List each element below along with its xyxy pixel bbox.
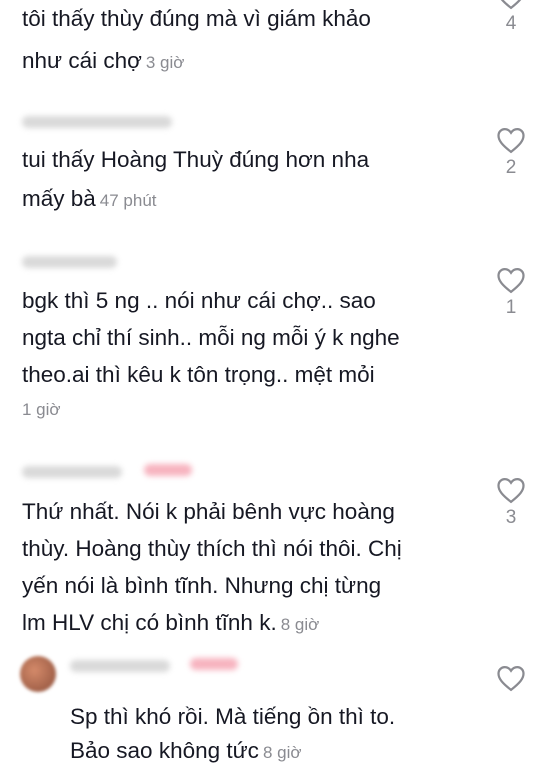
comment-text: như cái chợ <box>22 48 142 73</box>
like-button[interactable]: 3 <box>494 476 528 529</box>
heart-outline-icon <box>500 0 522 10</box>
like-count: 2 <box>505 157 517 178</box>
like-button[interactable]: 1 <box>494 266 528 319</box>
comment-text-line: Bảo sao không tức 8 giờ <box>70 734 302 770</box>
like-button[interactable]: 2 <box>494 126 528 179</box>
comment-text-line: Sp thì khó rồi. Mà tiếng ồn thì to. <box>70 704 396 729</box>
blurred-username <box>22 256 117 268</box>
blurred-author-badge <box>144 464 192 476</box>
comment-text-line: ngta chỉ thí sinh.. mỗi ng mỗi ý k nghe <box>22 325 400 350</box>
comment-text-line: yến nói là bình tĩnh. Nhưng chị từng <box>22 573 382 598</box>
heart-outline-icon <box>497 665 525 692</box>
like-count: 1 <box>505 297 517 318</box>
like-button[interactable] <box>494 664 528 695</box>
blurred-username <box>70 660 170 672</box>
comment-timestamp: 8 giờ <box>262 743 302 762</box>
comment-text-line: bgk thì 5 ng .. nói như cái chợ.. sao <box>22 288 376 313</box>
blurred-username <box>22 466 122 478</box>
comment-text-line: theo.ai thì kêu k tôn trọng.. mệt mỏi <box>22 362 375 387</box>
blurred-author-badge <box>190 658 238 670</box>
comment-text-line: mấy bà 47 phút <box>22 182 157 218</box>
comment-text: lm HLV chị có bình tĩnh k. <box>22 610 277 635</box>
comment-text-line: như cái chợ 3 giờ <box>22 44 184 80</box>
heart-outline-icon <box>497 267 525 294</box>
comment-timestamp: 1 giờ <box>22 400 61 419</box>
comment-text-line: lm HLV chị có bình tĩnh k. 8 giờ <box>22 606 319 642</box>
comment-text-line: tôi thấy thùy đúng mà vì giám khảo <box>22 6 371 31</box>
like-count: 3 <box>505 507 517 528</box>
comment-text-line: Thứ nhất. Nói k phải bênh vực hoàng <box>22 499 395 524</box>
comment-text-line: thùy. Hoàng thùy thích thì nói thôi. Chị <box>22 536 402 561</box>
comment-text-line: tui thấy Hoàng Thuỳ đúng hơn nha <box>22 147 370 172</box>
avatar[interactable] <box>20 656 56 692</box>
like-button[interactable]: 4 <box>494 0 528 35</box>
comment-timestamp: 3 giờ <box>145 53 185 72</box>
comment-timestamp: 47 phút <box>99 191 157 210</box>
heart-outline-icon <box>497 127 525 154</box>
heart-outline-icon <box>497 477 525 504</box>
like-count: 4 <box>505 13 517 34</box>
comment-timestamp: 8 giờ <box>280 615 320 634</box>
comment-text: Bảo sao không tức <box>70 738 259 763</box>
comment-text: mấy bà <box>22 186 96 211</box>
blurred-username <box>22 116 172 128</box>
